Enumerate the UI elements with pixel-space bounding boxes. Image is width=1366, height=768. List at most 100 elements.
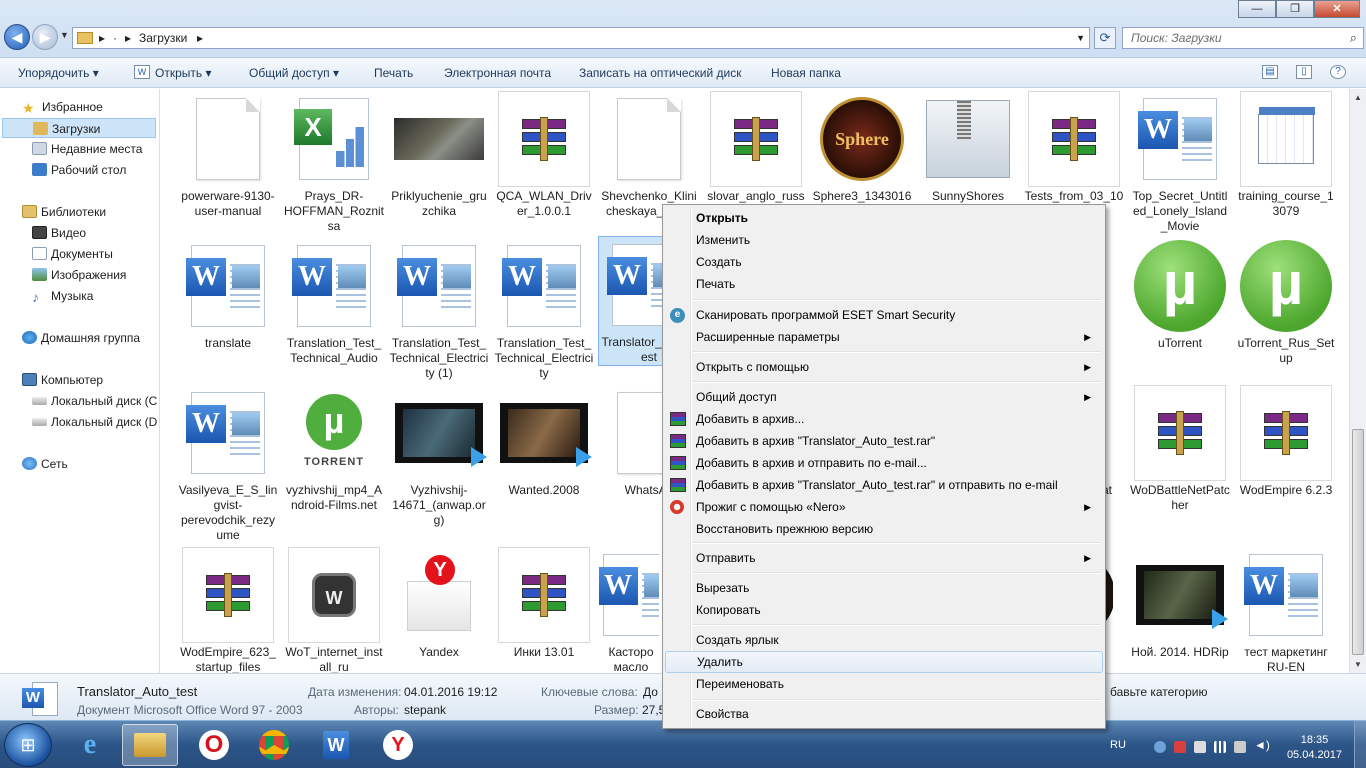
menu-cut[interactable]: Вырезать [665, 577, 1103, 599]
details-authors-value[interactable]: stepank [404, 703, 446, 717]
file-item[interactable]: QCA_WLAN_Driver_1.0.0.1 [494, 91, 594, 231]
close-button[interactable]: ✕ [1314, 0, 1360, 18]
file-item[interactable]: W Top_Secret_Untitled_Lonely_Island_Movie [1130, 91, 1230, 233]
open-button[interactable]: Открыть ▾ [155, 66, 211, 80]
menu-create-shortcut[interactable]: Создать ярлык [665, 629, 1103, 651]
recent-pages-dropdown[interactable]: ▼ [60, 30, 69, 40]
change-view-icon[interactable]: ▤ [1262, 65, 1278, 79]
file-item[interactable]: Wanted.2008 [494, 385, 594, 525]
breadcrumb-downloads[interactable]: Загрузки [139, 31, 187, 45]
flag-tray-icon[interactable] [1174, 741, 1186, 753]
print-button[interactable]: Печать [374, 66, 413, 80]
taskbar-ie[interactable]: e [62, 724, 118, 766]
breadcrumb-arrow[interactable]: ▸ [197, 31, 203, 45]
menu-add-archive[interactable]: Добавить в архив... [665, 408, 1103, 430]
file-item[interactable]: WodEmpire_623_startup_files [178, 547, 278, 673]
file-item[interactable]: Инки 13.01 [494, 547, 594, 673]
nav-music[interactable]: ♪ Музыка [32, 286, 93, 306]
minimize-button[interactable]: — [1238, 0, 1276, 18]
nav-video[interactable]: Видео [32, 223, 86, 243]
details-category-hint[interactable]: бавьте категорию [1110, 685, 1207, 699]
menu-advanced[interactable]: Расширенные параметры ▶ [665, 326, 1103, 348]
scroll-up-icon[interactable]: ▲ [1350, 89, 1366, 106]
email-button[interactable]: Электронная почта [444, 66, 551, 80]
nav-homegroup[interactable]: Домашняя группа [22, 328, 140, 348]
scrollbar-thumb[interactable] [1352, 429, 1364, 655]
menu-delete[interactable]: Удалить [665, 651, 1103, 673]
file-item[interactable]: W Translation_Test_Technical_Electricity [494, 238, 594, 380]
menu-eset-scan[interactable]: e Сканировать программой ESET Smart Secur… [665, 304, 1103, 326]
menu-add-rar[interactable]: Добавить в архив "Translator_Auto_test.r… [665, 430, 1103, 452]
show-desktop-button[interactable] [1354, 721, 1366, 768]
file-item[interactable]: µ uTorrent_Rus_Setup [1236, 238, 1336, 378]
file-item[interactable]: µ TORRENT vyzhivshij_mp4_Android-Films.net [284, 385, 384, 525]
menu-nero[interactable]: Прожиг с помощью «Nero» ▶ [665, 496, 1103, 518]
forward-button[interactable]: ▶ [32, 24, 58, 50]
breadcrumb-arrow[interactable]: ▸ [125, 31, 131, 45]
burn-button[interactable]: Записать на оптический диск [579, 66, 742, 80]
taskbar-word[interactable]: W [308, 724, 364, 766]
file-item[interactable]: training_course_13079 [1236, 91, 1336, 231]
taskbar-chrome[interactable] [246, 724, 302, 766]
menu-open[interactable]: Открыть [665, 207, 1103, 229]
menu-rename[interactable]: Переименовать [665, 673, 1103, 695]
volume-tray-icon[interactable]: ◄) [1254, 738, 1270, 752]
file-item[interactable]: Priklyuchenie_gruzchika [389, 91, 489, 231]
file-item[interactable]: W WoT_internet_install_ru [284, 547, 384, 673]
file-item[interactable]: W Translation_Test_Technical_Audio [284, 238, 384, 378]
nav-computer[interactable]: Компьютер [22, 370, 103, 390]
clock[interactable]: 18:35 05.04.2017 [1287, 733, 1342, 763]
menu-restore[interactable]: Восстановить прежнюю версию [665, 518, 1103, 540]
language-indicator[interactable]: RU [1110, 739, 1126, 751]
nav-disk-d[interactable]: Локальный диск (D [32, 412, 157, 432]
menu-new[interactable]: Создать [665, 251, 1103, 273]
scroll-down-icon[interactable]: ▼ [1350, 656, 1366, 673]
taskbar-opera[interactable]: O [186, 724, 242, 766]
taskbar-yandex[interactable]: Y [370, 724, 426, 766]
nav-network[interactable]: Сеть [22, 454, 68, 474]
nav-recent[interactable]: Недавние места [32, 139, 142, 159]
menu-send-to[interactable]: Отправить ▶ [665, 547, 1103, 569]
start-button[interactable]: ⊞ [4, 723, 52, 767]
address-dropdown-icon[interactable]: ▼ [1076, 33, 1085, 43]
menu-add-rar-email[interactable]: Добавить в архив "Translator_Auto_test.r… [665, 474, 1103, 496]
maximize-button[interactable]: ❐ [1276, 0, 1314, 18]
device-tray-icon[interactable] [1194, 741, 1206, 753]
file-item[interactable]: WoDBattleNetPatcher [1130, 385, 1230, 525]
menu-edit[interactable]: Изменить [665, 229, 1103, 251]
vertical-scrollbar[interactable]: ▲ ▼ [1349, 89, 1366, 673]
nav-images[interactable]: Изображения [32, 265, 126, 285]
search-input[interactable]: Поиск: Загрузки ⌕ [1122, 27, 1364, 49]
organize-button[interactable]: Упорядочить ▾ [18, 66, 99, 80]
share-button[interactable]: Общий доступ ▾ [249, 66, 339, 80]
address-field[interactable]: ▸ · ▸ Загрузки ▸ ▼ [72, 27, 1090, 49]
file-item[interactable]: W Translation_Test_Technical_Electricity … [389, 238, 489, 380]
new-folder-button[interactable]: Новая папка [771, 66, 841, 80]
file-item[interactable]: X Prays_DR-HOFFMAN_Roznitsa [284, 91, 384, 233]
nav-documents[interactable]: Документы [32, 244, 113, 264]
file-item[interactable]: Wтест маркетинг RU-EN [1236, 547, 1336, 673]
file-item[interactable]: W Касторо масло [599, 547, 659, 673]
nav-disk-c[interactable]: Локальный диск (C [32, 391, 157, 411]
menu-copy[interactable]: Копировать [665, 599, 1103, 621]
menu-print[interactable]: Печать [665, 273, 1103, 295]
file-item[interactable]: WodEmpire 6.2.3 [1236, 385, 1336, 525]
nav-desktop[interactable]: Рабочий стол [32, 160, 126, 180]
breadcrumb-dots[interactable]: · [113, 31, 117, 45]
network-tray-icon[interactable] [1234, 741, 1246, 753]
menu-add-email[interactable]: Добавить в архив и отправить по e-mail..… [665, 452, 1103, 474]
signal-tray-icon[interactable] [1214, 741, 1226, 753]
taskbar-explorer[interactable] [122, 724, 178, 766]
nav-downloads[interactable]: Загрузки [2, 118, 156, 138]
nav-libraries[interactable]: Библиотеки [22, 202, 106, 222]
menu-properties[interactable]: Свойства [665, 703, 1103, 725]
back-button[interactable]: ◀ [4, 24, 30, 50]
details-keywords-value[interactable]: До [643, 685, 658, 699]
file-item[interactable]: Ной. 2014. HDRip [1130, 547, 1230, 673]
eset-tray-icon[interactable] [1154, 741, 1166, 753]
menu-share[interactable]: Общий доступ ▶ [665, 386, 1103, 408]
menu-open-with[interactable]: Открыть с помощью ▶ [665, 356, 1103, 378]
details-date-value[interactable]: 04.01.2016 19:12 [404, 685, 497, 699]
file-item[interactable]: µ uTorrent [1130, 238, 1230, 378]
preview-pane-icon[interactable]: ▯ [1296, 65, 1312, 79]
